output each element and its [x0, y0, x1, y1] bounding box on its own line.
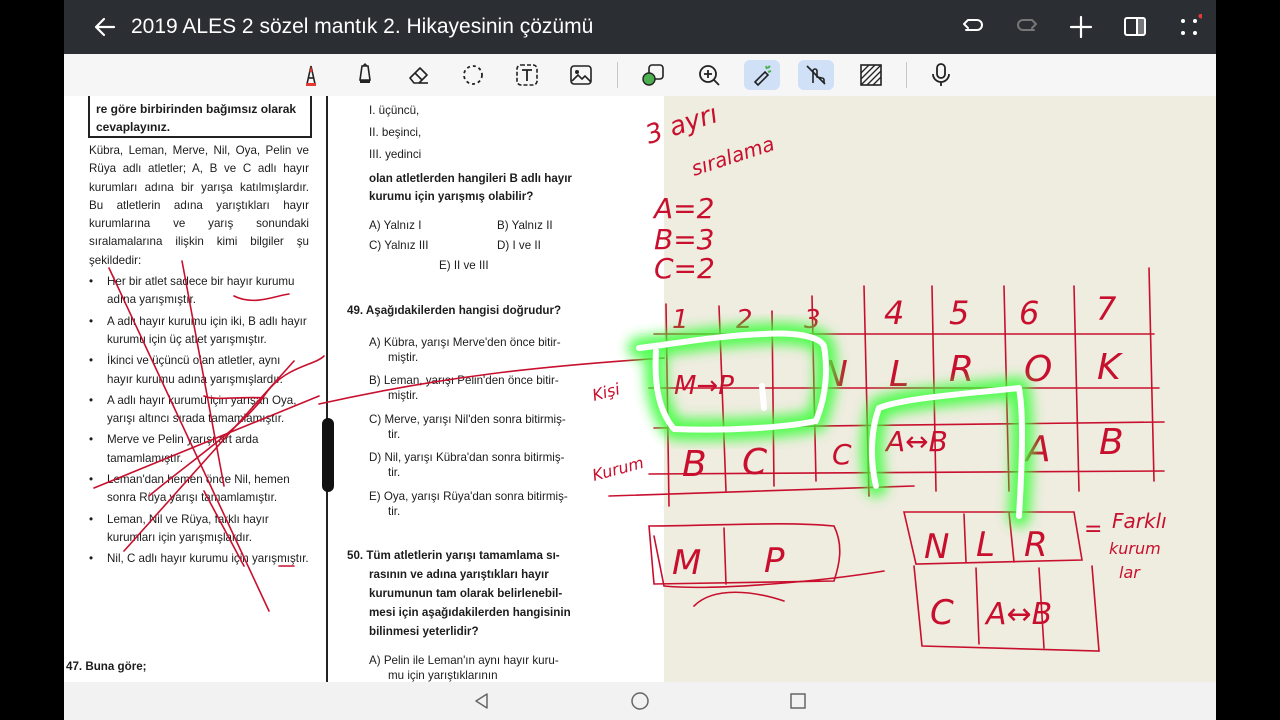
ink-text: C=2: [654, 252, 715, 285]
highlighter-icon[interactable]: [350, 60, 380, 90]
lasso-icon[interactable]: [458, 60, 488, 90]
ink-text: sıralama: [688, 131, 777, 180]
ink-cell: L: [889, 354, 909, 395]
ink-overlay: 3 ayrı sıralama A=2 B=3 C=2 1 2 3 4 5 6 …: [93, 99, 1167, 652]
ink-position: 1: [672, 305, 689, 335]
ink-cell: C: [832, 438, 852, 471]
ink-row-label: Kurum: [590, 453, 646, 485]
ink-cell: K: [1097, 347, 1123, 388]
ink-cell: B: [1099, 422, 1124, 463]
ink-note: =: [1084, 517, 1102, 542]
laser-pointer-icon[interactable]: [744, 60, 780, 90]
system-nav-bar: [64, 682, 1216, 720]
shape-icon[interactable]: [638, 60, 668, 90]
touch-draw-icon[interactable]: [798, 60, 834, 90]
redo-icon[interactable]: [1014, 14, 1040, 40]
ink-cell: C: [742, 442, 768, 483]
microphone-icon[interactable]: [926, 60, 956, 90]
ink-note: Farklı: [1112, 509, 1167, 533]
ink-text: 3 ayrı: [642, 99, 722, 150]
ink-box-cell: C: [930, 593, 954, 633]
document-canvas[interactable]: re göre birbirinden bağımsız olarak ceva…: [64, 96, 1216, 682]
zoom-icon[interactable]: [694, 60, 724, 90]
ink-note: lar: [1119, 563, 1141, 582]
pen-icon[interactable]: [296, 60, 326, 90]
ink-box-cell: L: [976, 525, 995, 565]
text-box-icon[interactable]: [512, 60, 542, 90]
add-icon[interactable]: [1068, 14, 1094, 40]
ink-position: 7: [1096, 290, 1117, 328]
ink-box-cell: P: [764, 541, 785, 581]
app-window: 2019 ALES 2 sözel mantık 2. Hikayesinin …: [64, 0, 1216, 720]
ink-box-cell: M: [672, 543, 701, 583]
split-view-icon[interactable]: [1122, 14, 1148, 40]
ink-text: A=2: [652, 192, 714, 225]
nav-home-icon[interactable]: [630, 691, 650, 711]
drawing-toolbar: [64, 54, 1216, 97]
nav-recent-icon[interactable]: [788, 691, 808, 711]
image-icon[interactable]: [566, 60, 596, 90]
pattern-icon[interactable]: [856, 60, 886, 90]
ink-position: 4: [884, 294, 904, 332]
eraser-icon[interactable]: [404, 60, 434, 90]
title-bar: 2019 ALES 2 sözel mantık 2. Hikayesinin …: [64, 0, 1216, 54]
more-icon[interactable]: [1176, 14, 1202, 40]
undo-icon[interactable]: [960, 14, 986, 40]
ink-box-cell: R: [1024, 525, 1048, 565]
ink-text: A↔B: [884, 425, 948, 458]
ink-position: 5: [949, 294, 969, 332]
back-arrow-icon[interactable]: [92, 14, 118, 40]
ink-row-label: Kişi: [590, 379, 622, 405]
nav-back-icon[interactable]: [472, 691, 492, 711]
document-title: 2019 ALES 2 sözel mantık 2. Hikayesinin …: [131, 15, 594, 38]
ink-position: 6: [1019, 294, 1039, 332]
ink-note: kurum: [1109, 539, 1161, 558]
ink-cell: B: [682, 444, 707, 485]
ink-box-cell: A↔B: [984, 597, 1052, 632]
ink-box-cell: N: [924, 527, 949, 567]
ink-text: M→P: [674, 371, 734, 401]
